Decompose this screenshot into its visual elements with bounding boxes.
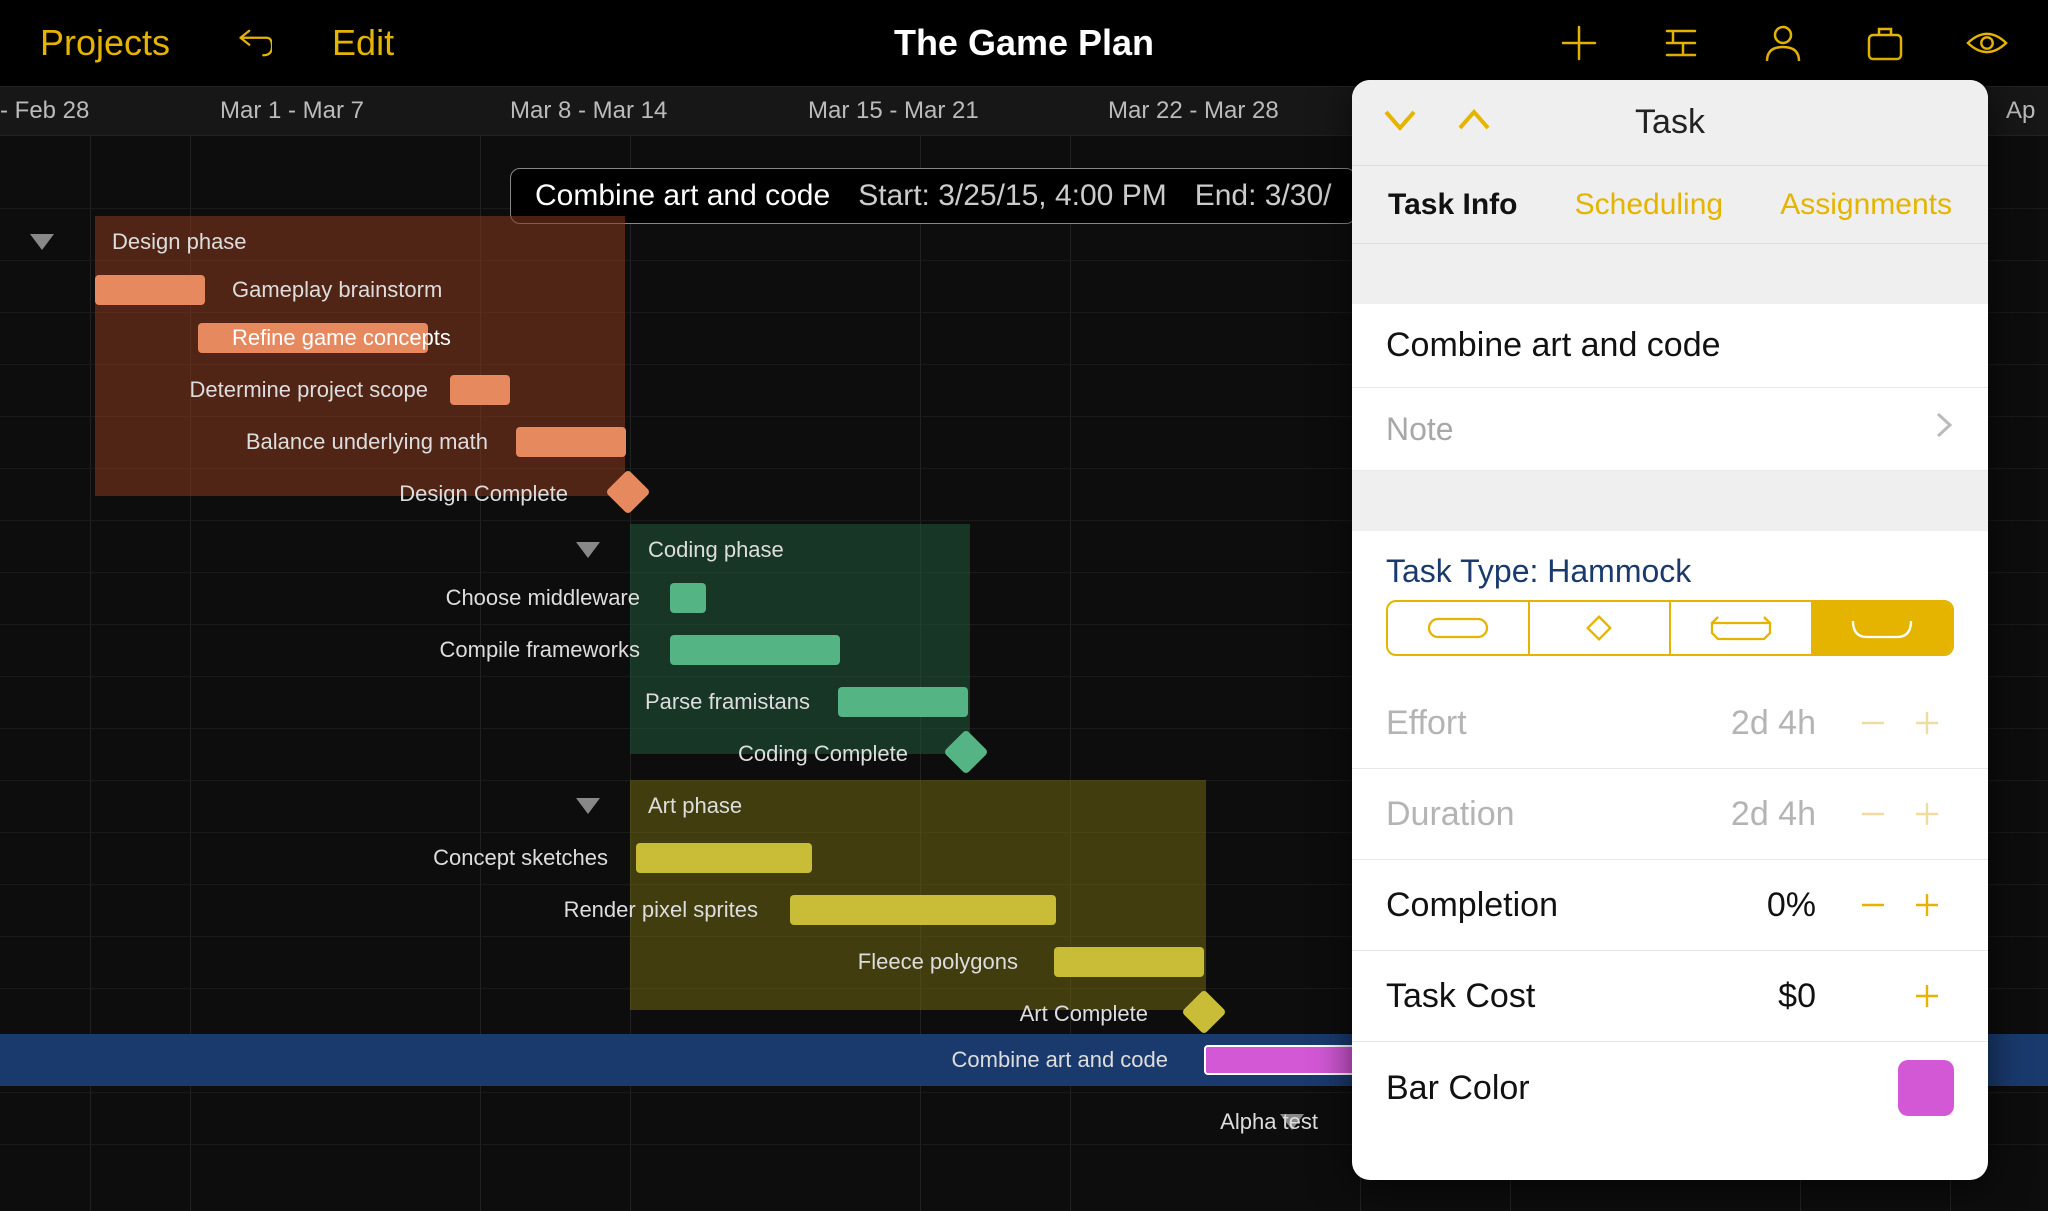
duration-row: Duration 2d 4h (1352, 769, 1988, 860)
milestone-label: Coding Complete (738, 741, 908, 767)
effort-label: Effort (1386, 704, 1731, 743)
group-design-label: Design phase (112, 229, 247, 255)
task-label: Balance underlying math (246, 429, 488, 455)
task-label: Determine project scope (190, 377, 428, 403)
task-inspector-popover: Task Task Info Scheduling Assignments Co… (1352, 80, 1988, 1180)
task-bar[interactable] (838, 687, 968, 717)
task-bar[interactable] (790, 895, 1056, 925)
effort-minus-button[interactable] (1846, 696, 1900, 750)
nav-down-icon[interactable] (1380, 106, 1420, 139)
task-label: Fleece polygons (858, 949, 1018, 975)
task-type-segmented-control[interactable] (1386, 600, 1954, 656)
note-field[interactable]: Note (1352, 388, 1988, 471)
task-label: Choose middleware (446, 585, 640, 611)
task-label: Parse framistans (645, 689, 810, 715)
bar-color-label: Bar Color (1386, 1069, 1898, 1108)
ruler-segment: Mar 22 - Mar 28 (1098, 87, 1289, 135)
tooltip-end: End: 3/30/ (1195, 179, 1332, 213)
milestone-diamond-icon[interactable] (605, 469, 650, 514)
task-bar[interactable] (1054, 947, 1204, 977)
completion-row: Completion 0% (1352, 860, 1988, 951)
task-label: Combine art and code (952, 1047, 1168, 1073)
effort-row: Effort 2d 4h (1352, 678, 1988, 769)
duration-plus-button[interactable] (1900, 787, 1954, 841)
task-bar[interactable] (450, 375, 510, 405)
task-cost-label: Task Cost (1386, 977, 1778, 1016)
top-toolbar: Projects Edit The Game Plan (0, 0, 2048, 86)
effort-plus-button[interactable] (1900, 696, 1954, 750)
task-bar[interactable] (670, 635, 840, 665)
bar-color-row[interactable]: Bar Color (1352, 1042, 1988, 1134)
disclosure-triangle-icon[interactable] (576, 798, 600, 814)
completion-minus-button[interactable] (1846, 878, 1900, 932)
projects-button[interactable]: Projects (40, 22, 170, 64)
note-placeholder: Note (1386, 411, 1454, 448)
effort-value: 2d 4h (1731, 704, 1816, 743)
task-type-milestone[interactable] (1530, 602, 1672, 654)
task-label: Concept sketches (433, 845, 608, 871)
group-art-label: Art phase (648, 793, 742, 819)
task-label: Render pixel sprites (564, 897, 758, 923)
edit-button[interactable]: Edit (332, 22, 394, 64)
task-bar[interactable] (516, 427, 626, 457)
task-bar[interactable] (95, 275, 205, 305)
milestone-diamond-icon[interactable] (1181, 989, 1226, 1034)
task-label: Compile frameworks (440, 637, 641, 663)
task-name-value: Combine art and code (1386, 326, 1721, 365)
duration-label: Duration (1386, 795, 1731, 834)
task-type-hammock[interactable] (1813, 602, 1953, 654)
disclosure-triangle-icon[interactable] (30, 234, 54, 250)
task-cost-plus-button[interactable] (1900, 969, 1954, 1023)
task-bar[interactable] (636, 843, 812, 873)
milestone-label: Art Complete (1020, 1001, 1148, 1027)
bar-color-swatch[interactable] (1898, 1060, 1954, 1116)
task-type-task[interactable] (1388, 602, 1530, 654)
nav-up-icon[interactable] (1454, 106, 1494, 139)
task-label: Refine game concepts (232, 325, 451, 351)
ruler-segment: Mar 8 - Mar 14 (500, 87, 677, 135)
chevron-right-icon (1934, 410, 1954, 448)
ruler-segment: Mar 15 - Mar 21 (798, 87, 989, 135)
task-label: Alpha test (1220, 1109, 1318, 1135)
milestone-diamond-icon[interactable] (943, 729, 988, 774)
task-type-group[interactable] (1671, 602, 1813, 654)
tooltip-task-name: Combine art and code (535, 179, 830, 213)
briefcase-icon[interactable] (1864, 22, 1906, 64)
task-label: Gameplay brainstorm (232, 277, 442, 303)
popover-header: Task (1352, 80, 1988, 166)
ruler-segment: - Feb 28 (0, 87, 99, 135)
disclosure-triangle-icon[interactable] (576, 542, 600, 558)
ruler-segment: Ap (1996, 87, 2045, 135)
completion-plus-button[interactable] (1900, 878, 1954, 932)
tab-task-info[interactable]: Task Info (1388, 188, 1517, 222)
duration-minus-button[interactable] (1846, 787, 1900, 841)
milestone-label: Design Complete (399, 481, 568, 507)
task-inspector-icon[interactable] (1660, 22, 1702, 64)
eye-icon[interactable] (1966, 22, 2008, 64)
task-cost-value: $0 (1778, 977, 1816, 1016)
ruler-segment: Mar 1 - Mar 7 (210, 87, 374, 135)
popover-tabs: Task Info Scheduling Assignments (1352, 166, 1988, 244)
duration-value: 2d 4h (1731, 795, 1816, 834)
completion-label: Completion (1386, 886, 1767, 925)
task-type-label: Task Type: Hammock (1352, 531, 1988, 600)
person-icon[interactable] (1762, 22, 1804, 64)
tooltip-start: Start: 3/25/15, 4:00 PM (858, 179, 1167, 213)
group-coding-label: Coding phase (648, 537, 784, 563)
tab-scheduling[interactable]: Scheduling (1575, 188, 1723, 222)
undo-icon[interactable] (230, 22, 272, 64)
task-name-field[interactable]: Combine art and code (1352, 304, 1988, 388)
plus-icon[interactable] (1558, 22, 1600, 64)
document-title: The Game Plan (894, 22, 1154, 64)
popover-title: Task (1635, 103, 1705, 142)
task-cost-row: Task Cost $0 (1352, 951, 1988, 1042)
completion-value: 0% (1767, 886, 1816, 925)
tab-assignments[interactable]: Assignments (1780, 188, 1952, 222)
task-bar[interactable] (670, 583, 706, 613)
